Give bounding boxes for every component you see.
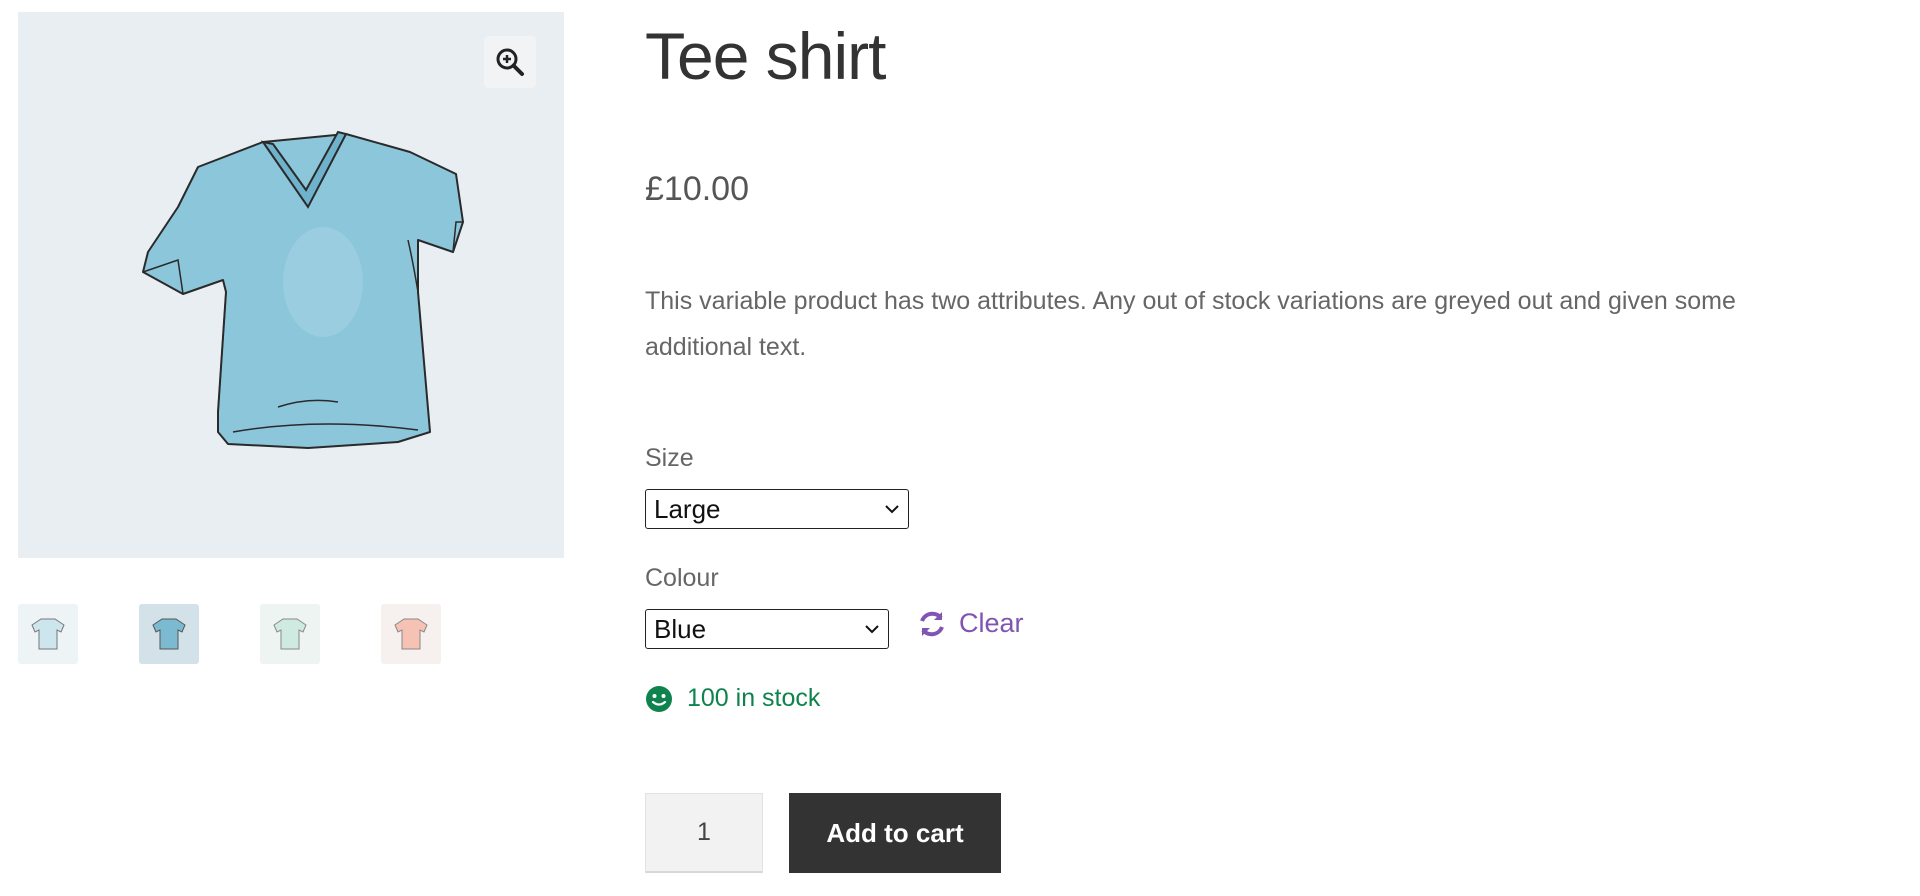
size-label: Size (645, 444, 694, 472)
tshirt-thumbnail-icon (273, 618, 307, 650)
refresh-icon (920, 611, 944, 636)
thumbnail-light-blue-tshirt[interactable] (18, 604, 78, 664)
chevron-down-icon (885, 505, 899, 514)
thumbnail-mint-tshirt[interactable] (260, 604, 320, 664)
quantity-value: 1 (697, 818, 711, 846)
colour-select-value: Blue (654, 613, 707, 644)
colour-select[interactable]: Blue (645, 609, 889, 649)
clear-label: Clear (959, 608, 1024, 638)
product-main-image[interactable] (18, 12, 564, 558)
quantity-input[interactable]: 1 (645, 793, 763, 873)
tshirt-image (142, 130, 464, 449)
zoom-in-icon (496, 48, 524, 76)
size-select-value: Large (654, 493, 721, 524)
product-price: £10.00 (645, 170, 749, 208)
tshirt-thumbnail-icon (31, 618, 65, 650)
colour-label: Colour (645, 564, 719, 592)
size-select[interactable]: Large (645, 489, 909, 529)
zoom-button[interactable] (484, 36, 536, 88)
stock-status: 100 in stock (645, 684, 820, 713)
stock-text: 100 in stock (687, 684, 821, 712)
product-description: This variable product has two attributes… (645, 287, 1736, 361)
smile-icon (646, 685, 672, 712)
tshirt-thumbnail-icon (394, 618, 428, 650)
thumbnail-pink-tshirt[interactable] (381, 604, 441, 664)
tshirt-thumbnail-icon (152, 618, 186, 650)
product-title: Tee shirt (645, 19, 886, 93)
thumbnail-blue-tshirt[interactable] (139, 604, 199, 664)
chevron-down-icon (865, 625, 879, 634)
add-to-cart-button[interactable]: Add to cart (789, 793, 1001, 873)
clear-selection-link[interactable]: Clear (917, 608, 1024, 639)
